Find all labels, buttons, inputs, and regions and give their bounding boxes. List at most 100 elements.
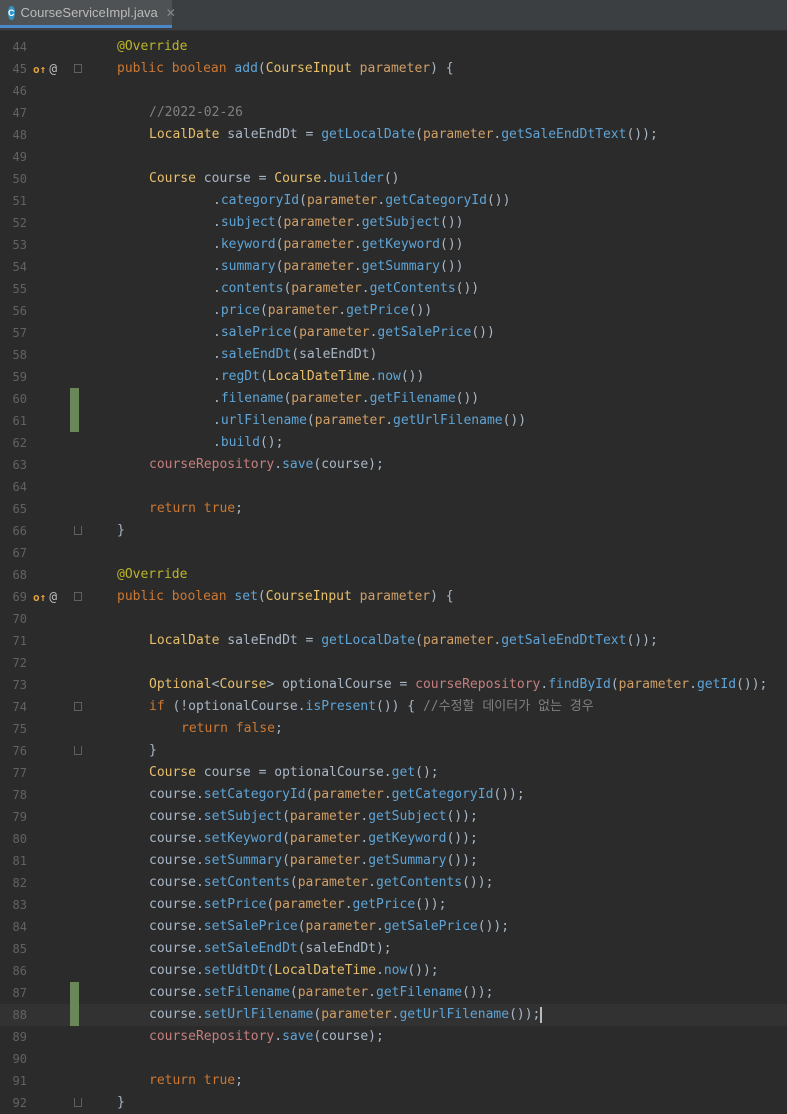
vcs-change-marker[interactable] (70, 982, 79, 1004)
code-line[interactable]: 92} (0, 1092, 787, 1114)
code-line[interactable]: 49 (0, 146, 787, 168)
code-line[interactable]: 76} (0, 740, 787, 762)
code-line[interactable]: 46 (0, 80, 787, 102)
code-line[interactable]: 88 course.setUrlFilename(parameter.getUrl… (0, 1004, 787, 1026)
code-line[interactable]: 48 LocalDate saleEndDt = getLocalDate(par… (0, 124, 787, 146)
code-token: getLocalDate (321, 127, 416, 142)
code-line[interactable]: 50 Course course = Course.builder() (0, 168, 787, 190)
fold-icon[interactable] (74, 592, 82, 601)
code-line[interactable]: 47 //2022-02-26 (0, 102, 787, 124)
code-text: courseRepository.save(course); (149, 454, 384, 476)
code-line[interactable]: 77 Course course = optionalCourse.get(); (0, 762, 787, 784)
code-text: .categoryId(parameter.getCategoryId()) (213, 190, 510, 212)
code-text: course.setKeyword(parameter.getKeyword()… (149, 828, 478, 850)
code-line[interactable]: 75 return false; (0, 718, 787, 740)
code-line[interactable]: 66} (0, 520, 787, 542)
fold-end-icon[interactable] (74, 526, 82, 535)
line-number: 60 (12, 392, 27, 406)
code-line[interactable]: 52 .subject(parameter.getSubject()) (0, 212, 787, 234)
code-line[interactable]: 80 course.setKeyword(parameter.getKeyword… (0, 828, 787, 850)
code-line[interactable]: 54 .summary(parameter.getSummary()) (0, 256, 787, 278)
code-line[interactable]: 90 (0, 1048, 787, 1070)
code-token: now (383, 963, 408, 978)
code-token: ( (299, 193, 307, 208)
code-line[interactable]: 61 .urlFilename(parameter.getUrlFilename(… (0, 410, 787, 432)
code-token: . (361, 281, 370, 296)
code-line[interactable]: 86 course.setUdtDt(LocalDateTime.now()); (0, 960, 787, 982)
code-token: categoryId (220, 193, 300, 208)
code-line[interactable]: 53 .keyword(parameter.getKeyword()) (0, 234, 787, 256)
vcs-change-marker[interactable] (70, 388, 79, 410)
code-line[interactable]: 55 .contents(parameter.getContents()) (0, 278, 787, 300)
code-line[interactable]: 62 .build(); (0, 432, 787, 454)
vcs-change-marker[interactable] (70, 1004, 79, 1026)
code-line[interactable]: 60 .filename(parameter.getFilename()) (0, 388, 787, 410)
code-token: course. (149, 919, 204, 934)
code-line[interactable]: 71 LocalDate saleEndDt = getLocalDate(par… (0, 630, 787, 652)
code-line[interactable]: 74 if (!optionalCourse.isPresent()) { //수… (0, 696, 787, 718)
code-line[interactable]: 73 Optional<Course> optionalCourse = cour… (0, 674, 787, 696)
code-token: course. (149, 897, 204, 912)
code-line[interactable]: 89 courseRepository.save(course); (0, 1026, 787, 1048)
code-line[interactable]: 83 course.setPrice(parameter.getPrice()); (0, 894, 787, 916)
code-token: ( (282, 809, 290, 824)
code-line[interactable]: 65 return true; (0, 498, 787, 520)
code-token: ()); (626, 127, 658, 142)
annotation-icon[interactable]: @ (49, 62, 57, 77)
code-token: boolean (171, 589, 235, 604)
code-line[interactable]: 69 o↑ @ public boolean set(CourseInput para… (0, 586, 787, 608)
code-token: getPrice (346, 303, 409, 318)
code-line[interactable]: 79 course.setSubject(parameter.getSubject… (0, 806, 787, 828)
code-line[interactable]: 70 (0, 608, 787, 630)
code-line[interactable]: 72 (0, 652, 787, 674)
implements-method-icon[interactable]: o↑ (33, 591, 46, 604)
implements-method-icon[interactable]: o↑ (33, 63, 46, 76)
code-line[interactable]: 82 course.setContents(parameter.getConten… (0, 872, 787, 894)
code-line[interactable]: 78 course.setCategoryId(parameter.getCate… (0, 784, 787, 806)
code-token: (saleEndDt) (291, 347, 378, 362)
code-line[interactable]: 68 @Override (0, 564, 787, 586)
code-line[interactable]: 67 (0, 542, 787, 564)
code-token: . (338, 303, 347, 318)
code-line[interactable]: 85 course.setSaleEndDt(saleEndDt); (0, 938, 787, 960)
fold-icon[interactable] (74, 64, 82, 73)
close-icon[interactable]: ✕ (166, 6, 176, 20)
code-token: getSubject (368, 809, 447, 824)
code-line[interactable]: 63 courseRepository.save(course); (0, 454, 787, 476)
code-token: ()) (455, 391, 480, 406)
line-number: 61 (12, 414, 27, 428)
code-token: ()) (400, 369, 425, 384)
fold-end-icon[interactable] (74, 746, 82, 755)
code-line[interactable]: 81 course.setSummary(parameter.getSummary… (0, 850, 787, 872)
tab-course-service-impl[interactable]: C CourseServiceImpl.java ✕ (0, 0, 176, 28)
code-line[interactable]: 64 (0, 476, 787, 498)
vcs-change-marker[interactable] (70, 410, 79, 432)
code-line[interactable]: 57 .salePrice(parameter.getSalePrice()) (0, 322, 787, 344)
fold-icon[interactable] (74, 702, 82, 711)
line-number: 73 (12, 678, 27, 692)
code-line[interactable]: 84 course.setSalePrice(parameter.getSaleP… (0, 916, 787, 938)
code-token: ; (274, 721, 283, 736)
code-token: . (213, 347, 221, 362)
code-token: ()); (446, 831, 478, 846)
code-line[interactable]: 44 @Override (0, 36, 787, 58)
code-line[interactable]: 91 return true; (0, 1070, 787, 1092)
code-line[interactable]: 45 o↑ @ public boolean add(CourseInput para… (0, 58, 787, 80)
line-number: 50 (12, 172, 27, 186)
code-token: ()); (477, 919, 510, 934)
line-number: 48 (12, 128, 27, 142)
code-text: } (149, 740, 157, 762)
fold-end-icon[interactable] (74, 1098, 82, 1107)
code-token: ()) (502, 413, 527, 428)
code-token: @Override (117, 39, 188, 54)
line-number: 69 (12, 590, 27, 604)
code-line[interactable]: 58 .saleEndDt(saleEndDt) (0, 344, 787, 366)
annotation-icon[interactable]: @ (49, 590, 57, 605)
code-line[interactable]: 51 .categoryId(parameter.getCategoryId()) (0, 190, 787, 212)
code-line[interactable]: 87 course.setFilename(parameter.getFilena… (0, 982, 787, 1004)
editor-tab-bar: C CourseServiceImpl.java ✕ (0, 0, 787, 31)
code-line[interactable]: 56 .price(parameter.getPrice()) (0, 300, 787, 322)
code-text: public boolean add(CourseInput parameter… (117, 58, 454, 80)
code-line[interactable]: 59 .regDt(LocalDateTime.now()) (0, 366, 787, 388)
code-token: ()); (626, 633, 658, 648)
